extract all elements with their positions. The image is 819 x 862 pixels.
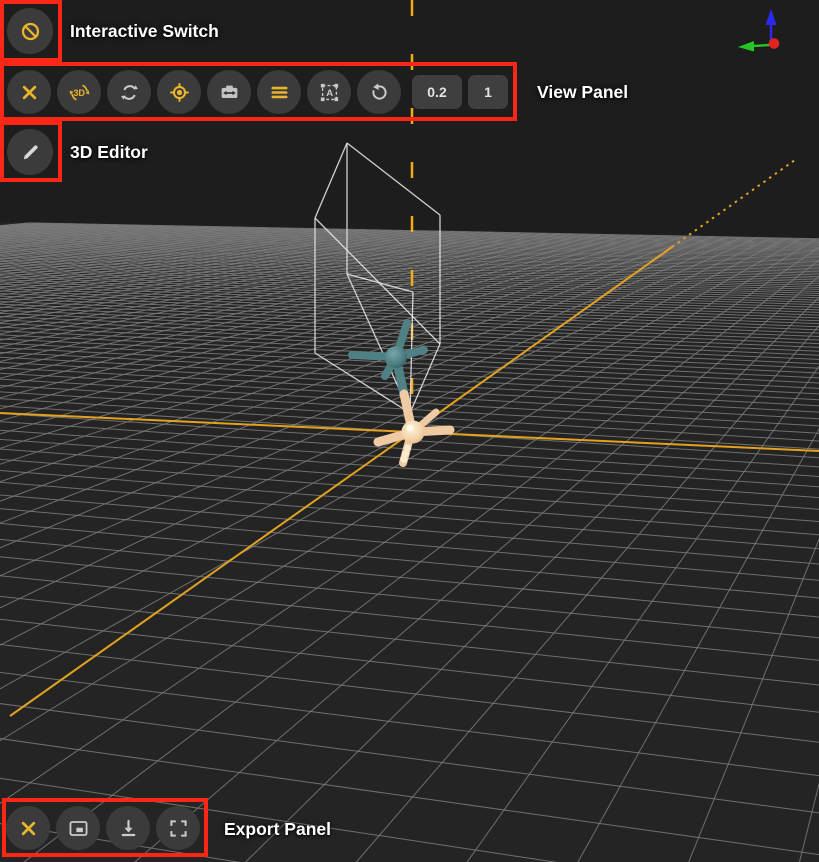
scale-input[interactable]: 0.2 xyxy=(412,75,462,109)
svg-text:3D: 3D xyxy=(73,87,85,97)
close-icon xyxy=(18,81,41,104)
interactive-switch-button[interactable] xyxy=(7,8,53,54)
target-icon xyxy=(168,81,191,104)
camera-pan-button[interactable] xyxy=(207,70,251,114)
download-button[interactable] xyxy=(106,806,150,850)
rotate-ccw-button[interactable] xyxy=(357,70,401,114)
fullscreen-button[interactable] xyxy=(156,806,200,850)
speed-input[interactable]: 1 xyxy=(468,75,508,109)
no-entry-icon xyxy=(19,20,42,43)
rotate-3d-button[interactable]: 3D xyxy=(57,70,101,114)
close-icon xyxy=(17,817,40,840)
edit-3d-button[interactable] xyxy=(7,129,53,175)
download-icon xyxy=(117,817,140,840)
svg-text:A: A xyxy=(326,88,333,99)
rotate-ccw-icon xyxy=(368,81,391,104)
focus-target-button[interactable] xyxy=(157,70,201,114)
rotate-3d-icon: 3D xyxy=(68,81,91,104)
view-close-button[interactable] xyxy=(7,70,51,114)
3d-viewer-app: 3D A 0.2 1 Interactive Switch View Panel 3… xyxy=(0,0,819,862)
export-panel-label: Export Panel xyxy=(224,819,331,840)
editor-label: 3D Editor xyxy=(70,142,148,163)
pencil-icon xyxy=(19,141,42,164)
fullscreen-icon xyxy=(167,817,190,840)
select-text-icon: A xyxy=(318,81,341,104)
pip-button[interactable] xyxy=(56,806,100,850)
refresh-icon xyxy=(118,81,141,104)
refresh-button[interactable] xyxy=(107,70,151,114)
camera-pan-icon xyxy=(218,81,241,104)
interactive-switch-label: Interactive Switch xyxy=(70,21,219,42)
export-close-button[interactable] xyxy=(6,806,50,850)
menu-button[interactable] xyxy=(257,70,301,114)
view-panel-label: View Panel xyxy=(537,82,628,103)
select-text-button[interactable]: A xyxy=(307,70,351,114)
menu-icon xyxy=(268,81,291,104)
pip-icon xyxy=(67,817,90,840)
3d-viewport[interactable] xyxy=(0,0,819,862)
